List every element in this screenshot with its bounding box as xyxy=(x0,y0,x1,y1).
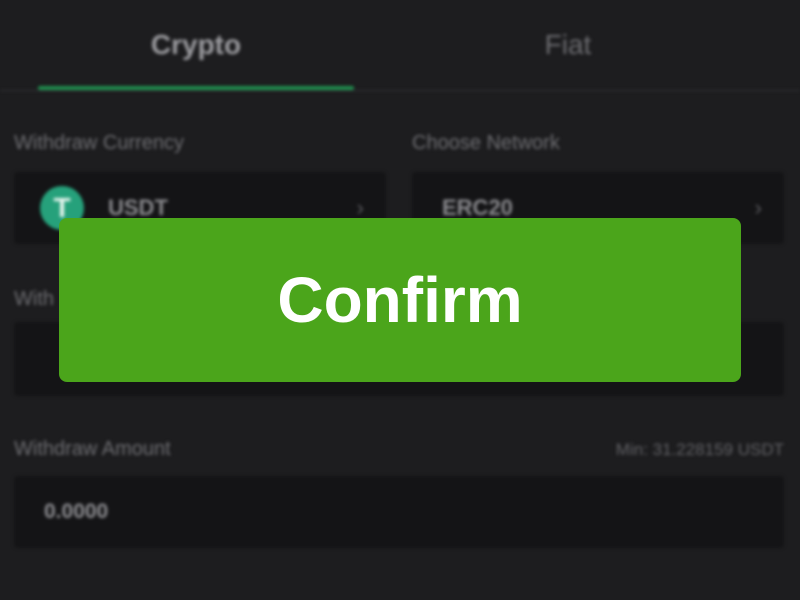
withdraw-currency-label: Withdraw Currency xyxy=(14,132,185,154)
amount-value: 0.0000 xyxy=(44,500,109,523)
amount-input[interactable]: 0.0000 xyxy=(14,476,784,548)
tab-bar: Crypto Fiat xyxy=(0,0,800,91)
confirm-button[interactable]: Confirm xyxy=(59,218,741,382)
withdraw-address-label: With xyxy=(14,288,54,310)
tab-crypto[interactable]: Crypto xyxy=(38,0,354,90)
tab-fiat[interactable]: Fiat xyxy=(410,0,726,90)
choose-network-label: Choose Network xyxy=(412,132,560,154)
min-amount-text: Min: 31.228159 USDT xyxy=(615,440,784,459)
withdraw-amount-label: Withdraw Amount xyxy=(14,438,171,460)
active-tab-indicator xyxy=(38,86,354,90)
chevron-right-icon: › xyxy=(754,195,762,220)
withdraw-screen: Crypto Fiat Withdraw Currency T USDT › C… xyxy=(0,0,800,600)
